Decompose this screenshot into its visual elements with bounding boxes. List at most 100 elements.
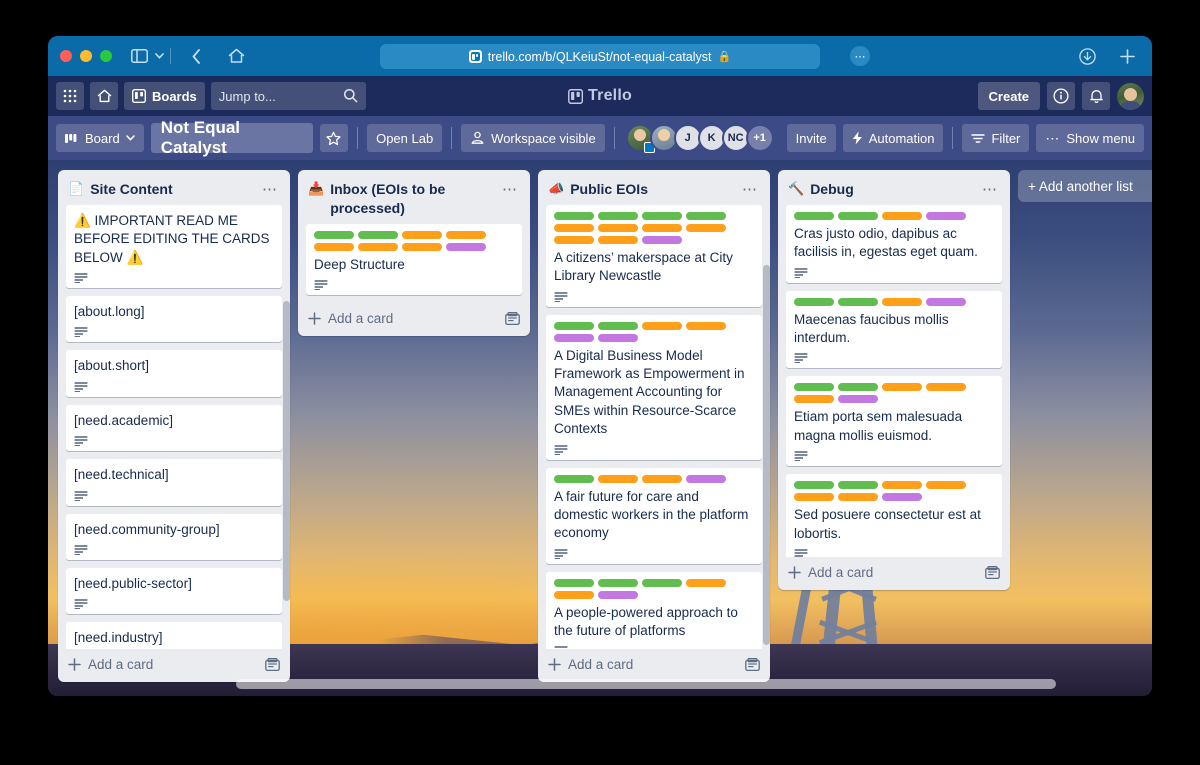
card-template-icon[interactable] — [985, 565, 1000, 580]
card-label-green[interactable] — [314, 230, 354, 239]
card-label-purple[interactable] — [598, 333, 638, 342]
board-card[interactable]: Cras justo odio, dapibus ac facilisis in… — [786, 205, 1002, 283]
card-label-purple[interactable] — [446, 242, 486, 251]
card-label-orange[interactable] — [642, 321, 682, 330]
board-view-switcher[interactable]: Board — [56, 124, 144, 152]
apps-grid-icon[interactable] — [56, 82, 84, 110]
board-card[interactable]: [about.short] — [66, 350, 282, 397]
nav-home-icon[interactable] — [90, 82, 118, 110]
list-title[interactable]: 📣 Public EOIs — [548, 180, 732, 199]
board-card[interactable]: Sed posuere consectetur est at lobortis. — [786, 474, 1002, 557]
board-horizontal-scrollbar[interactable] — [236, 679, 1056, 689]
automation-button[interactable]: Automation — [842, 124, 944, 152]
card-label-green[interactable] — [794, 297, 834, 306]
add-card-button[interactable]: Add a card — [328, 311, 393, 326]
back-chevron-icon[interactable] — [183, 43, 209, 69]
visibility-button[interactable]: Workspace visible — [461, 124, 605, 152]
card-label-orange[interactable] — [794, 493, 834, 502]
card-label-green[interactable] — [642, 578, 682, 587]
home-icon[interactable] — [223, 43, 249, 69]
card-label-green[interactable] — [554, 212, 594, 220]
close-window-button[interactable] — [60, 50, 72, 62]
show-menu-button[interactable]: ⋯ Show menu — [1036, 124, 1145, 152]
board-card[interactable]: [need.industry] — [66, 622, 282, 649]
board-card[interactable]: Maecenas faucibus mollis interdum. — [786, 290, 1002, 369]
card-label-purple[interactable] — [554, 333, 594, 342]
page-menu-icon[interactable]: ⋯ — [850, 46, 870, 66]
card-label-green[interactable] — [642, 212, 682, 220]
minimize-window-button[interactable] — [80, 50, 92, 62]
board-card[interactable]: A Digital Business Model Framework as Em… — [546, 314, 762, 460]
address-bar[interactable]: trello.com/b/QLKeiuSt/not-equal-catalyst… — [380, 44, 820, 69]
card-label-orange[interactable] — [882, 383, 922, 392]
create-button[interactable]: Create — [977, 82, 1040, 110]
card-label-orange[interactable] — [686, 224, 726, 232]
card-label-orange[interactable] — [554, 236, 594, 244]
board-card[interactable]: A people-powered approach to the future … — [546, 571, 762, 649]
card-label-orange[interactable] — [838, 493, 878, 502]
member-overflow-count[interactable]: +1 — [745, 124, 774, 152]
info-icon[interactable] — [1047, 82, 1075, 110]
card-label-purple[interactable] — [838, 395, 878, 404]
board-card[interactable]: [about.long] — [66, 296, 282, 343]
board-card[interactable]: A fair future for care and domestic work… — [546, 467, 762, 564]
card-label-green[interactable] — [554, 578, 594, 587]
card-label-green[interactable] — [838, 383, 878, 392]
board-card[interactable]: A citizens’ makerspace at City Library N… — [546, 205, 762, 307]
card-label-orange[interactable] — [554, 224, 594, 232]
board-card[interactable]: Etiam porta sem malesuada magna mollis e… — [786, 376, 1002, 467]
card-label-green[interactable] — [794, 212, 834, 220]
board-card[interactable]: [need.technical] — [66, 459, 282, 506]
card-label-orange[interactable] — [358, 242, 398, 251]
card-label-orange[interactable] — [642, 224, 682, 232]
user-avatar[interactable] — [1117, 82, 1144, 110]
card-label-orange[interactable] — [598, 474, 638, 483]
card-label-purple[interactable] — [642, 236, 682, 244]
board-title[interactable]: Not Equal Catalyst — [150, 118, 313, 157]
card-label-orange[interactable] — [598, 236, 638, 244]
boards-button[interactable]: Boards — [124, 82, 205, 110]
card-label-green[interactable] — [794, 481, 834, 490]
card-label-orange[interactable] — [446, 230, 486, 239]
list-actions-icon[interactable]: ⋯ — [738, 180, 762, 199]
sidebar-toggle-icon[interactable] — [126, 43, 152, 69]
board-card[interactable]: ⚠️ IMPORTANT READ ME BEFORE EDITING THE … — [66, 205, 282, 289]
card-label-orange[interactable] — [926, 383, 966, 392]
sidebar-dropdown-icon[interactable] — [152, 43, 166, 69]
card-label-green[interactable] — [686, 212, 726, 220]
list-title[interactable]: 📄 Site Content — [68, 180, 252, 199]
board-card[interactable]: [need.public-sector] — [66, 567, 282, 615]
card-label-purple[interactable] — [598, 590, 638, 599]
card-label-purple[interactable] — [686, 474, 726, 483]
list-actions-icon[interactable]: ⋯ — [498, 180, 522, 199]
list-scrollbar[interactable] — [283, 301, 290, 601]
notifications-bell-icon[interactable] — [1082, 82, 1110, 110]
card-label-orange[interactable] — [642, 474, 682, 483]
card-label-orange[interactable] — [926, 481, 966, 490]
filter-button[interactable]: Filter — [962, 124, 1030, 152]
card-label-purple[interactable] — [882, 493, 922, 502]
new-tab-icon[interactable] — [1114, 43, 1140, 69]
search-input[interactable]: Jump to... — [210, 82, 366, 110]
card-template-icon[interactable] — [745, 657, 760, 672]
card-label-purple[interactable] — [926, 297, 966, 306]
card-label-orange[interactable] — [882, 481, 922, 490]
card-label-green[interactable] — [838, 297, 878, 306]
card-label-green[interactable] — [554, 474, 594, 483]
list-actions-icon[interactable]: ⋯ — [258, 180, 282, 199]
list-actions-icon[interactable]: ⋯ — [978, 180, 1002, 199]
card-label-orange[interactable] — [402, 230, 442, 239]
maximize-window-button[interactable] — [100, 50, 112, 62]
card-label-orange[interactable] — [314, 242, 354, 251]
card-label-orange[interactable] — [402, 242, 442, 251]
list-scrollbar[interactable] — [763, 265, 770, 645]
card-label-green[interactable] — [598, 578, 638, 587]
card-label-orange[interactable] — [686, 321, 726, 330]
workspace-button[interactable]: Open Lab — [367, 124, 443, 152]
list-title[interactable]: 📥 Inbox (EOIs to be processed) — [308, 180, 492, 218]
add-card-button[interactable]: Add a card — [88, 657, 153, 672]
add-card-button[interactable]: Add a card — [568, 657, 633, 672]
invite-button[interactable]: Invite — [786, 124, 836, 152]
add-card-button[interactable]: Add a card — [808, 565, 873, 580]
card-label-orange[interactable] — [598, 224, 638, 232]
